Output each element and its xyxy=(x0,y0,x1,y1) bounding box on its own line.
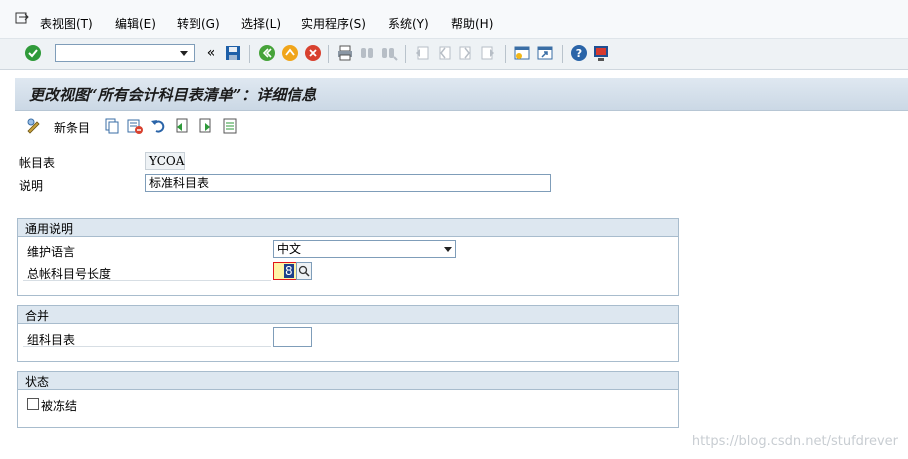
exit-icon[interactable] xyxy=(281,44,299,62)
menu-edit[interactable]: 编辑(E) xyxy=(115,15,156,32)
menu-table-view[interactable]: 表视图(T) xyxy=(40,15,93,32)
standard-toolbar: « ? xyxy=(0,39,908,70)
command-field[interactable] xyxy=(55,44,195,62)
toolbar-separator xyxy=(405,45,406,63)
back-icon[interactable] xyxy=(258,44,276,62)
description-field[interactable]: 标准科目表 xyxy=(145,174,551,192)
copy-as-icon[interactable] xyxy=(103,117,121,135)
title-bar: 更改视图“所有会计科目表清单”：详细信息 xyxy=(15,78,908,111)
group-title: 合并 xyxy=(25,309,50,323)
toolbar-separator xyxy=(562,45,563,63)
chart-of-accounts-value: YCOA xyxy=(149,154,185,168)
general-description-group: 通用说明 维护语言 中文 总帐科目号长度 8 xyxy=(17,218,679,296)
chevron-down-icon[interactable] xyxy=(444,247,452,252)
print-icon[interactable] xyxy=(336,44,354,62)
undo-change-icon[interactable] xyxy=(149,117,167,135)
command-dropdown-icon[interactable] xyxy=(180,51,188,56)
create-session-icon[interactable] xyxy=(513,44,531,62)
collapse-icon[interactable]: « xyxy=(202,44,220,62)
help-icon[interactable]: ? xyxy=(570,44,588,62)
toolbar-separator xyxy=(505,45,506,63)
previous-entry-icon[interactable] xyxy=(172,117,190,135)
variable-list-icon[interactable] xyxy=(221,117,239,135)
chart-of-accounts-label: 帐目表 xyxy=(19,156,56,170)
application-toolbar: 新条目 xyxy=(15,112,908,140)
customize-layout-icon[interactable] xyxy=(592,44,610,62)
cancel-icon[interactable] xyxy=(304,44,322,62)
gl-account-length-value: 8 xyxy=(284,264,294,278)
maintenance-language-label: 维护语言 xyxy=(27,245,76,259)
group-header: 状态 xyxy=(18,372,678,390)
menu-goto[interactable]: 转到(G) xyxy=(177,15,220,32)
toolbar-separator xyxy=(328,45,329,63)
watermark: https://blog.csdn.net/stufdrever xyxy=(691,434,898,449)
enter-icon[interactable] xyxy=(24,44,42,62)
group-title: 通用说明 xyxy=(25,222,74,236)
delete-icon[interactable] xyxy=(126,117,144,135)
status-group: 状态 被冻结 xyxy=(17,371,679,428)
maintenance-language-value: 中文 xyxy=(277,242,302,256)
menu-utilities[interactable]: 实用程序(S) xyxy=(301,15,366,32)
group-header: 合并 xyxy=(18,306,678,324)
first-page-icon[interactable] xyxy=(413,44,431,62)
system-menu-icon[interactable] xyxy=(15,11,29,25)
chart-of-accounts-field: YCOA xyxy=(145,152,185,170)
menu-help[interactable]: 帮助(H) xyxy=(451,15,493,32)
menu-system[interactable]: 系统(Y) xyxy=(388,15,429,32)
blocked-label: 被冻结 xyxy=(41,399,78,413)
group-chart-field[interactable] xyxy=(273,327,312,347)
next-page-icon[interactable] xyxy=(457,44,475,62)
gl-account-length-field[interactable]: 8 xyxy=(273,262,297,280)
save-icon[interactable] xyxy=(224,44,242,62)
maintenance-language-select[interactable]: 中文 xyxy=(273,240,456,258)
description-value: 标准科目表 xyxy=(149,176,210,190)
page-title: 更改视图“所有会计科目表清单”：详细信息 xyxy=(29,86,317,104)
shortcut-icon[interactable] xyxy=(536,44,554,62)
blocked-checkbox[interactable] xyxy=(27,398,39,410)
menu-bar: 表视图(T) 编辑(E) 转到(G) 选择(L) 实用程序(S) 系统(Y) 帮… xyxy=(0,0,908,39)
search-help-icon[interactable] xyxy=(296,262,312,280)
new-entries-button[interactable]: 新条目 xyxy=(54,119,90,136)
find-icon[interactable] xyxy=(358,44,376,62)
menu-selection[interactable]: 选择(L) xyxy=(241,15,281,32)
find-next-icon[interactable] xyxy=(380,44,398,62)
description-label: 说明 xyxy=(19,179,44,193)
consolidation-group: 合并 组科目表 xyxy=(17,305,679,362)
display-change-icon[interactable] xyxy=(25,117,43,135)
toolbar-separator xyxy=(249,45,250,63)
group-title: 状态 xyxy=(25,375,50,389)
next-entry-icon[interactable] xyxy=(197,117,215,135)
label-underline xyxy=(23,280,271,281)
last-page-icon[interactable] xyxy=(479,44,497,62)
group-header: 通用说明 xyxy=(18,219,678,237)
label-underline xyxy=(23,346,271,347)
svg-text:?: ? xyxy=(576,47,582,60)
previous-page-icon[interactable] xyxy=(435,44,453,62)
